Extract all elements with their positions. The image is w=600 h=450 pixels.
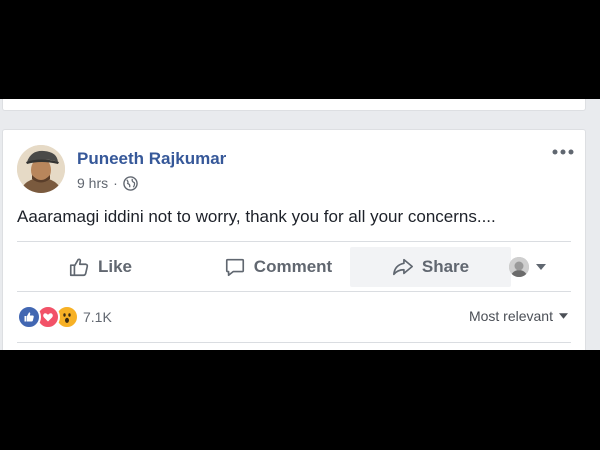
author-avatar[interactable] xyxy=(17,145,65,193)
share-label: Share xyxy=(421,257,470,276)
comment-sort-dropdown[interactable]: Most relevant xyxy=(469,308,568,324)
share-button[interactable]: Share xyxy=(350,247,511,287)
share-audience-selector[interactable] xyxy=(509,257,549,277)
facebook-feed: Puneeth Rajkumar 9 hrs · Aaaramagi iddin… xyxy=(0,99,600,350)
sort-chevron-down-icon xyxy=(559,313,568,319)
post-text: Aaaramagi iddini not to worry, thank you… xyxy=(17,207,496,226)
like-reaction-icon xyxy=(17,305,41,329)
post-card: Puneeth Rajkumar 9 hrs · Aaaramagi iddin… xyxy=(2,129,586,350)
divider-middle xyxy=(17,291,571,292)
action-bar: Like Comment Share xyxy=(17,246,571,288)
comment-icon xyxy=(225,258,244,277)
like-label: Like xyxy=(97,257,133,276)
reaction-count[interactable]: 7.1K xyxy=(83,309,112,325)
globe-icon[interactable] xyxy=(123,175,138,191)
post-timestamp[interactable]: 9 hrs xyxy=(77,175,108,191)
like-button[interactable]: Like xyxy=(17,247,183,287)
author-name[interactable]: Puneeth Rajkumar xyxy=(77,149,226,169)
divider-top xyxy=(17,241,571,242)
sort-label: Most relevant xyxy=(468,308,553,324)
thumbs-up-icon xyxy=(69,258,89,277)
comment-label: Comment xyxy=(253,257,333,276)
previous-post-card xyxy=(2,99,586,111)
chevron-down-icon xyxy=(536,264,546,270)
reactions-summary[interactable]: 7.1K xyxy=(17,305,112,329)
comment-button[interactable]: Comment xyxy=(195,247,361,287)
meta-separator: · xyxy=(113,175,118,191)
more-options-icon[interactable] xyxy=(551,144,575,160)
page-avatar xyxy=(509,257,529,277)
divider-bottom xyxy=(17,342,571,343)
post-meta: 9 hrs · xyxy=(77,175,138,191)
share-arrow-icon xyxy=(392,258,413,276)
